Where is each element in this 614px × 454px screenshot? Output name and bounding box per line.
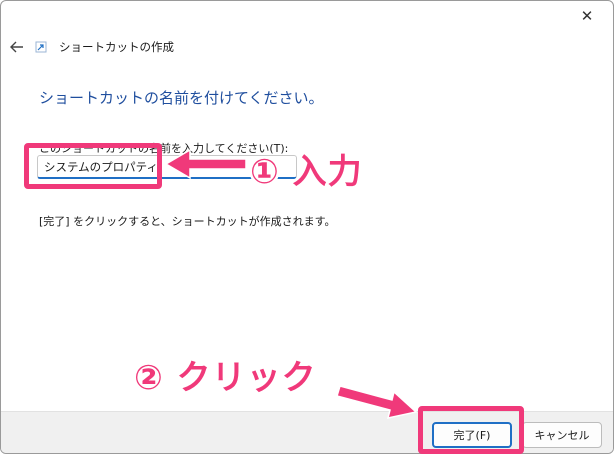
input-highlight-box — [24, 143, 162, 189]
page-heading: ショートカットの名前を付けてください。 — [39, 89, 324, 107]
shortcut-icon — [35, 41, 47, 53]
back-button[interactable] — [7, 37, 27, 57]
wizard-title: ショートカットの作成 — [59, 40, 174, 54]
finish-info-text: [完了] をクリックすると、ショートカットが作成されます。 — [39, 215, 336, 228]
back-arrow-icon — [10, 41, 23, 53]
step1-annotation: ① 入力 — [250, 152, 363, 192]
cancel-button[interactable]: キャンセル — [522, 422, 602, 448]
step2-annotation: ② クリック — [134, 358, 317, 398]
finish-highlight-box — [418, 406, 524, 454]
close-button[interactable]: ✕ — [573, 5, 601, 27]
close-icon: ✕ — [580, 7, 594, 25]
